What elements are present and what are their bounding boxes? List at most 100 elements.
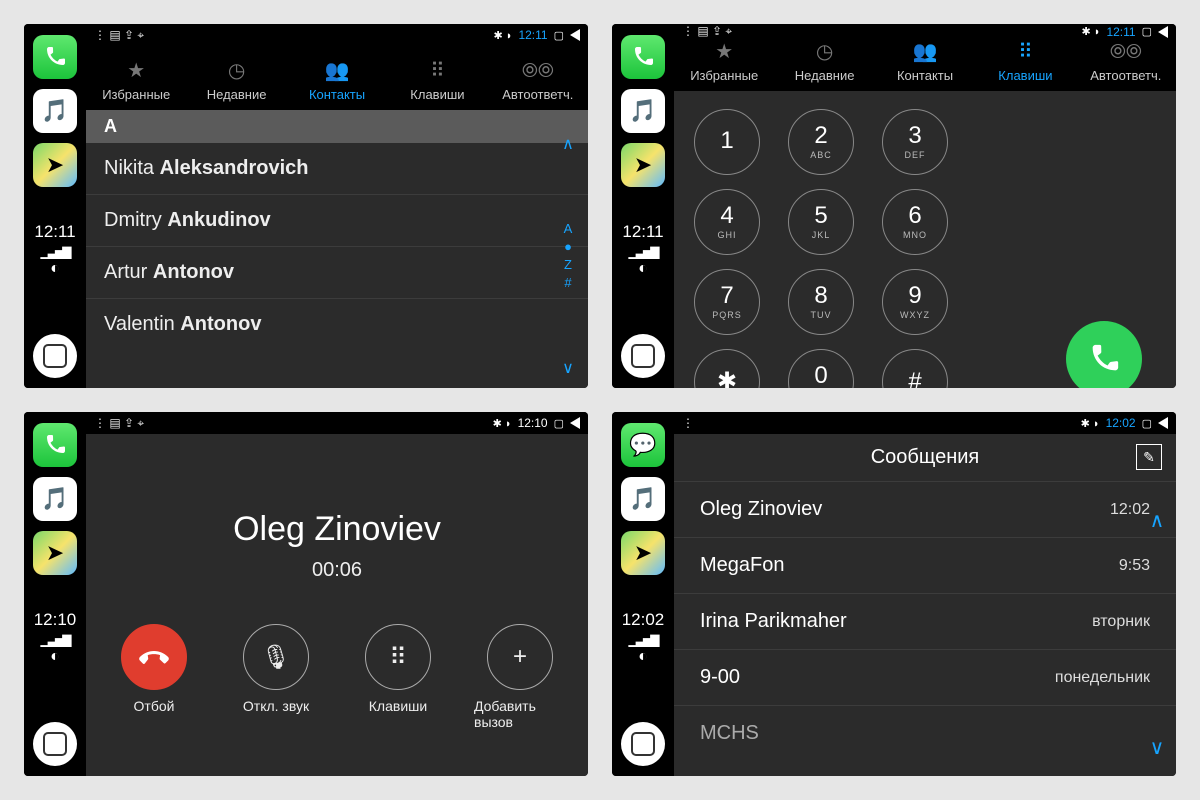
chevron-down-icon: ∨ <box>562 358 574 378</box>
android-status-bar: ⋮ ▤ ⇪ ⌖ ✱ ◗ 12:10 ▢ <box>86 412 588 434</box>
plus-icon: + <box>487 624 553 690</box>
message-row[interactable]: MCHS <box>674 706 1176 761</box>
back-icon <box>1158 417 1168 429</box>
compose-button[interactable]: ✎ <box>1136 444 1162 470</box>
hangup-button[interactable]: Отбой <box>108 624 200 730</box>
mic-off-icon: 🎙 <box>243 624 309 690</box>
tab-recent[interactable]: ◷Недавние <box>774 39 874 91</box>
dock-maps-app[interactable]: ➤ <box>621 143 665 187</box>
key-2[interactable]: 2ABC <box>788 109 854 175</box>
home-button[interactable] <box>621 334 665 378</box>
screen-incall: 🎵 ➤ 12:10 ▁▃▅▇ ◐ ⋮ ▤ ⇪ ⌖ ✱ ◗ 12:10 ▢ Ole… <box>24 412 588 776</box>
keypad-icon: ⠿ <box>387 58 487 83</box>
tab-contacts[interactable]: 👥Контакты <box>287 58 387 110</box>
key-4[interactable]: 4GHI <box>694 189 760 255</box>
home-button[interactable] <box>33 334 77 378</box>
tab-contacts[interactable]: 👥Контакты <box>875 39 975 91</box>
signal-bars-icon: ▁▃▅▇ <box>629 633 658 647</box>
android-status-bar: ⋮ ▤ ⇪ ⌖ ✱ ◗ 12:11 ▢ <box>674 24 1176 39</box>
wifi-icon: ◐ <box>638 648 648 666</box>
signal-bars-icon: ▁▃▅▇ <box>629 245 658 259</box>
chevron-down-icon: ∨ <box>1150 735 1165 760</box>
dock-messages-app[interactable]: 💬 <box>621 423 665 467</box>
contact-row[interactable]: Dmitry Ankudinov <box>86 195 588 247</box>
android-status-bar: ⋮ ✱ ◗ 12:02 ▢ <box>674 412 1176 434</box>
tab-favorites[interactable]: ★Избранные <box>86 58 186 110</box>
message-row[interactable]: Oleg Zinoviev12:02 <box>674 482 1176 538</box>
phone-tabs: ★Избранные ◷Недавние 👥Контакты ⠿Клавиши … <box>86 46 588 110</box>
keypad-icon: ⠿ <box>365 624 431 690</box>
dock-clock: 12:10 <box>34 610 77 630</box>
carplay-dock: 🎵 ➤ 12:10 ▁▃▅▇ ◐ <box>24 412 86 776</box>
key-6[interactable]: 6MNO <box>882 189 948 255</box>
tab-recent[interactable]: ◷Недавние <box>186 58 286 110</box>
screen-messages: 💬 🎵 ➤ 12:02 ▁▃▅▇ ◐ ⋮ ✱ ◗ 12:02 ▢ Сообщен… <box>612 412 1176 776</box>
message-row[interactable]: 9-00понедельник <box>674 650 1176 706</box>
screen-keypad: 🎵 ➤ 12:11 ▁▃▅▇ ◐ ⋮ ▤ ⇪ ⌖ ✱ ◗ 12:11 ▢ ★Из… <box>612 24 1176 388</box>
people-icon: 👥 <box>287 58 387 83</box>
key-0[interactable]: 0+ <box>788 349 854 388</box>
signal-bars-icon: ▁▃▅▇ <box>41 633 70 647</box>
key-3[interactable]: 3DEF <box>882 109 948 175</box>
add-call-button[interactable]: +Добавить вызов <box>474 624 566 730</box>
dock-phone-app[interactable] <box>33 35 77 79</box>
call-duration: 00:06 <box>312 559 362 582</box>
people-icon: 👥 <box>875 39 975 64</box>
home-button[interactable] <box>33 722 77 766</box>
tab-voicemail[interactable]: ⦾⦾Автоответч. <box>1076 41 1176 91</box>
dock-music-app[interactable]: 🎵 <box>621 89 665 133</box>
dock-music-app[interactable]: 🎵 <box>621 477 665 521</box>
key-5[interactable]: 5JKL <box>788 189 854 255</box>
messages-header: Сообщения ✎ <box>674 434 1176 482</box>
wifi-icon: ◐ <box>50 648 60 666</box>
contact-row[interactable]: Valentin Antonov <box>86 299 588 350</box>
clock-icon: ◷ <box>186 58 286 83</box>
key-7[interactable]: 7PQRS <box>694 269 760 335</box>
caller-name: Oleg Zinoviev <box>233 510 441 549</box>
phone-tabs: ★Избранные ◷Недавние 👥Контакты ⠿Клавиши … <box>674 39 1176 91</box>
tab-keypad[interactable]: ⠿Клавиши <box>387 58 487 110</box>
carplay-dock: 🎵 ➤ 12:11 ▁▃▅▇ ◐ <box>612 24 674 388</box>
voicemail-icon: ⦾⦾ <box>1076 41 1176 64</box>
key-star[interactable]: ✱ <box>694 349 760 388</box>
tab-voicemail[interactable]: ⦾⦾Автоответч. <box>488 60 588 110</box>
message-row[interactable]: Irina Parikmaherвторник <box>674 594 1176 650</box>
contact-row[interactable]: Artur Antonov <box>86 247 588 299</box>
android-status-bar: ⋮ ▤ ⇪ ⌖ ✱ ◗ 12:11 ▢ <box>86 24 588 46</box>
star-icon: ★ <box>674 39 774 64</box>
dock-maps-app[interactable]: ➤ <box>33 143 77 187</box>
dock-clock: 12:11 <box>34 222 75 242</box>
signal-bars-icon: ▁▃▅▇ <box>41 245 70 259</box>
mute-button[interactable]: 🎙Откл. звук <box>230 624 322 730</box>
wifi-icon: ◐ <box>50 260 60 278</box>
dock-maps-app[interactable]: ➤ <box>33 531 77 575</box>
screen-contacts: 🎵 ➤ 12:11 ▁▃▅▇ ◐ ⋮ ▤ ⇪ ⌖ ✱ ◗ 12:11 ▢ ★Из… <box>24 24 588 388</box>
messages-title: Сообщения <box>871 446 980 469</box>
back-icon <box>570 417 580 429</box>
dock-maps-app[interactable]: ➤ <box>621 531 665 575</box>
key-1[interactable]: 1 <box>694 109 760 175</box>
dock-music-app[interactable]: 🎵 <box>33 477 77 521</box>
clock-icon: ◷ <box>774 39 874 64</box>
dock-clock: 12:11 <box>622 222 663 242</box>
alpha-index-rail[interactable]: ∧ A●Z# ∨ <box>554 134 582 378</box>
chevron-up-icon: ∧ <box>562 134 574 154</box>
home-button[interactable] <box>621 722 665 766</box>
contact-row[interactable]: Nikita Aleksandrovich <box>86 143 588 195</box>
dock-phone-app[interactable] <box>621 35 665 79</box>
tab-keypad[interactable]: ⠿Клавиши <box>975 39 1075 91</box>
scroll-rail[interactable]: ∧ ∨ <box>1144 508 1170 760</box>
message-row[interactable]: MegaFon9:53 <box>674 538 1176 594</box>
tab-favorites[interactable]: ★Избранные <box>674 39 774 91</box>
voicemail-icon: ⦾⦾ <box>488 60 588 83</box>
key-hash[interactable]: # <box>882 349 948 388</box>
wifi-icon: ◐ <box>638 260 648 278</box>
show-keypad-button[interactable]: ⠿Клавиши <box>352 624 444 730</box>
call-button[interactable] <box>1066 321 1142 388</box>
back-icon <box>1158 26 1168 38</box>
key-9[interactable]: 9WXYZ <box>882 269 948 335</box>
key-8[interactable]: 8TUV <box>788 269 854 335</box>
dock-phone-app[interactable] <box>33 423 77 467</box>
carplay-dock: 💬 🎵 ➤ 12:02 ▁▃▅▇ ◐ <box>612 412 674 776</box>
dock-music-app[interactable]: 🎵 <box>33 89 77 133</box>
